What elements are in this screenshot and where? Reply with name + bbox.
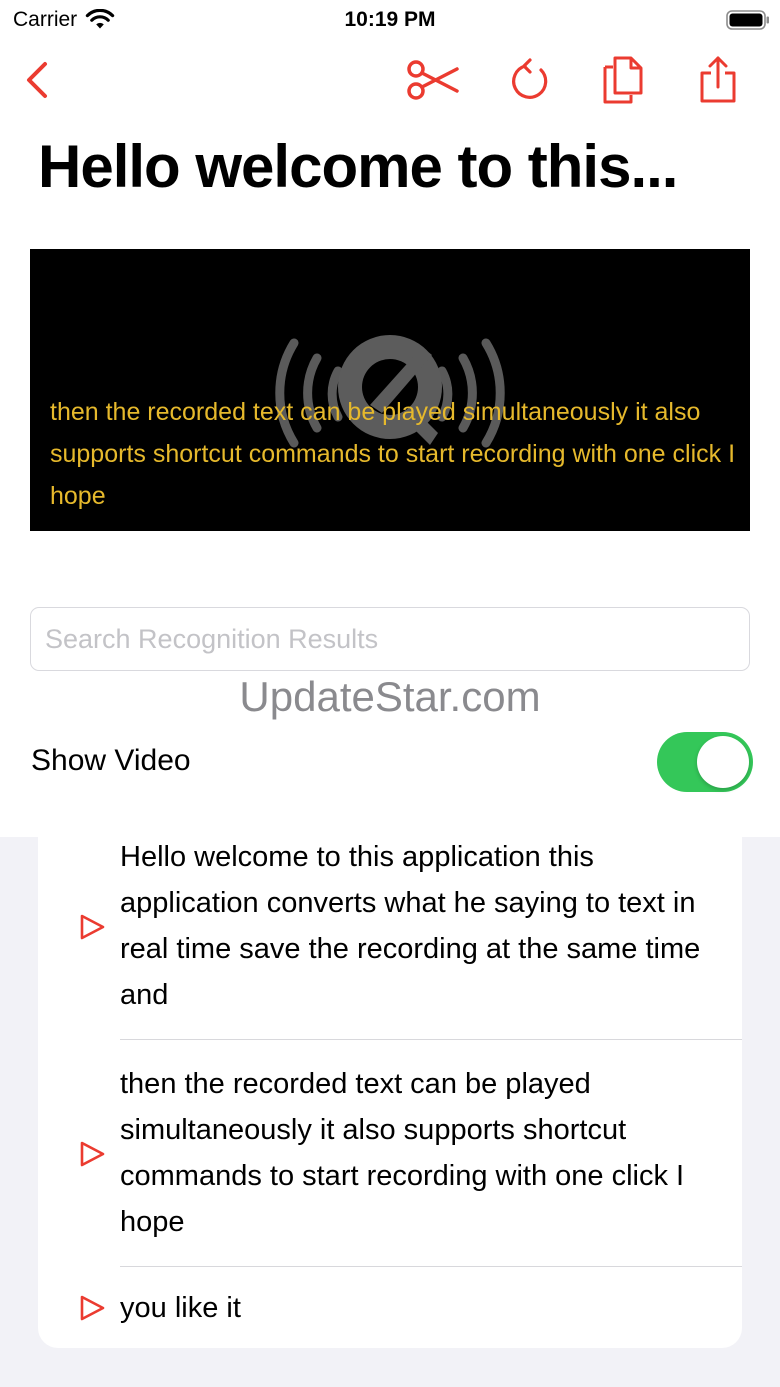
battery-icon [726, 10, 769, 30]
navigation-toolbar [0, 50, 780, 112]
copy-icon [603, 56, 643, 104]
result-text: you like it [120, 1292, 241, 1324]
status-time: 10:19 PM [344, 8, 436, 31]
result-text: Hello welcome to this application this a… [120, 841, 701, 1011]
status-bar: Carrier 10:19 PM [0, 0, 780, 40]
show-video-label: Show Video [31, 744, 191, 777]
chevron-left-icon [27, 62, 47, 98]
copy-button[interactable] [594, 50, 652, 110]
share-icon [700, 56, 736, 103]
result-text: then the recorded text can be played sim… [120, 1068, 685, 1238]
share-button[interactable] [689, 50, 747, 110]
video-player[interactable]: then the recorded text can be played sim… [30, 249, 750, 531]
back-button[interactable] [8, 50, 66, 110]
play-icon[interactable] [78, 1140, 106, 1168]
result-row[interactable]: Hello welcome to this application this a… [38, 837, 742, 1038]
toggle-knob [697, 736, 749, 788]
recognition-results-list: Hello welcome to this application this a… [38, 837, 742, 1348]
show-video-toggle[interactable] [657, 732, 753, 792]
page-title: Hello welcome to this... [38, 133, 678, 200]
undo-button[interactable] [502, 50, 560, 110]
scissors-icon [407, 60, 459, 100]
watermark-text: UpdateStar.com [239, 673, 541, 720]
play-icon[interactable] [78, 1294, 106, 1322]
undo-icon [512, 58, 548, 99]
trim-button[interactable] [403, 50, 461, 110]
search-input[interactable] [30, 607, 750, 671]
app-screen: Carrier 10:19 PM Hello welcome to this..… [0, 0, 780, 1387]
play-icon[interactable] [78, 913, 106, 941]
result-row[interactable]: you like it [38, 1267, 742, 1348]
video-subtitle: then the recorded text can be played sim… [50, 398, 736, 510]
result-row[interactable]: then the recorded text can be played sim… [38, 1040, 742, 1265]
show-video-row: Show Video [0, 730, 780, 796]
